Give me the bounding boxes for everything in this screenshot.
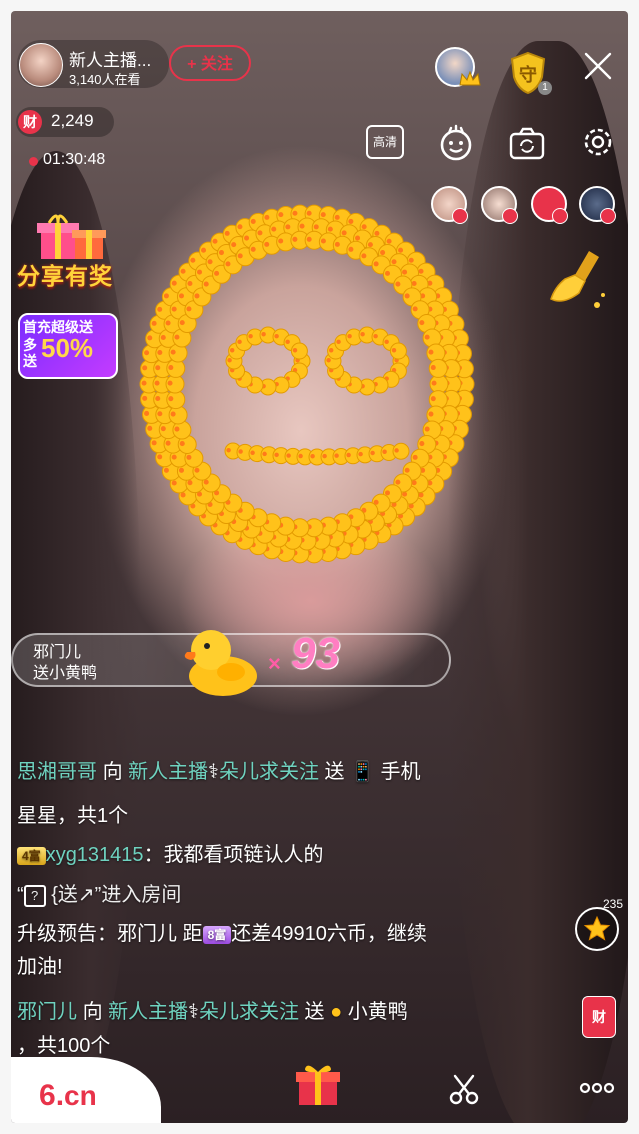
wealth-count: 2,249 bbox=[51, 111, 94, 130]
hd-quality-button[interactable]: 高清 bbox=[366, 125, 404, 159]
star-count: 235 bbox=[603, 897, 624, 911]
gift-combo-count: 93 bbox=[291, 629, 340, 678]
star-icon bbox=[583, 915, 611, 941]
close-icon[interactable] bbox=[583, 51, 613, 81]
chat-separator: ： bbox=[143, 844, 164, 866]
caduceus-icon: ⚕ bbox=[188, 1001, 199, 1023]
upgrade-notice-prefix: 升级预告：邪门儿 距 bbox=[17, 923, 203, 945]
chat-line: 星星，共1个 bbox=[17, 802, 128, 830]
logo-dot: . bbox=[55, 1079, 65, 1112]
anchor-name: 新人主播... bbox=[69, 51, 152, 70]
gift-box-icon[interactable] bbox=[293, 1059, 343, 1109]
wealth-badge: 财 bbox=[18, 110, 42, 134]
audience-badge-1 bbox=[452, 208, 468, 224]
chat-verb: 向 bbox=[82, 1001, 103, 1023]
chat-send-verb: 送 bbox=[324, 761, 345, 783]
phone-gift-icon: 📱 bbox=[350, 761, 375, 783]
chat-username[interactable]: xyg131415 bbox=[46, 844, 144, 866]
chat-target[interactable]: 新人主播 bbox=[128, 761, 208, 783]
chat-continuation: 星星，共1个 bbox=[17, 805, 129, 827]
audience-badge-4 bbox=[600, 208, 616, 224]
guard-count: 1 bbox=[538, 81, 552, 95]
site-logo[interactable]: 6.cn bbox=[39, 1079, 97, 1113]
chat-username[interactable]: 思湘哥哥 bbox=[17, 761, 97, 783]
gift-description: 送小黄鸭 bbox=[33, 665, 98, 682]
chat-enter-text: {送↗”进入房间 bbox=[51, 884, 182, 906]
audience-badge-2 bbox=[502, 208, 518, 224]
wealth-side-button[interactable]: 财 bbox=[582, 996, 616, 1038]
chat-line: 思湘哥哥 向 新人主播⚕朵儿求关注 送 📱 手机 bbox=[17, 758, 421, 786]
chat-line: 邪门儿 向 新人主播⚕朵儿求关注 送 ● 小黄鸭 bbox=[17, 998, 408, 1026]
chat-quote: “ bbox=[17, 884, 24, 906]
follow-button[interactable]: + 关注 bbox=[169, 45, 251, 81]
wealth-level-badge: 4富 bbox=[17, 846, 46, 865]
chat-send-verb: 送 bbox=[304, 1001, 325, 1023]
wealth-level-badge: 8富 bbox=[202, 925, 232, 944]
chat-target-suffix: 朵儿求关注 bbox=[198, 1001, 299, 1023]
more-options-icon[interactable] bbox=[579, 1081, 615, 1095]
chat-target[interactable]: 新人主播 bbox=[108, 1001, 188, 1023]
chat-line: “? {送↗”进入房间 bbox=[17, 881, 181, 909]
chat-line: ，共100个 bbox=[17, 1032, 110, 1060]
duck-smiley-animation bbox=[139, 204, 475, 564]
scissors-icon[interactable] bbox=[447, 1073, 481, 1107]
crown-icon bbox=[459, 71, 481, 86]
unknown-user-icon: ? bbox=[23, 884, 46, 907]
live-duration: 01:30:48 bbox=[43, 151, 106, 168]
chat-verb: 向 bbox=[102, 761, 123, 783]
settings-gear-icon[interactable] bbox=[579, 123, 617, 161]
share-reward-label[interactable]: 分享有奖 bbox=[17, 257, 113, 291]
first-recharge-percent: 50% bbox=[41, 333, 94, 363]
chat-gift-name: 小黄鸭 bbox=[347, 1001, 408, 1023]
chat-target-suffix: 朵儿求关注 bbox=[218, 761, 319, 783]
viewer-count: 3,140人在看 bbox=[69, 72, 141, 87]
live-stream-screen: 新人主播... 3,140人在看 + 关注 财 2,249 01:30:48 守… bbox=[11, 11, 628, 1123]
first-recharge-side: 多送 bbox=[23, 337, 37, 369]
logo-six: 6 bbox=[39, 1079, 56, 1112]
chat-continuation: 加油! bbox=[17, 956, 63, 978]
share-gift-box-icon[interactable] bbox=[27, 207, 117, 263]
chat-line: 加油! bbox=[17, 953, 63, 981]
guard-shield-label: 守 bbox=[519, 65, 537, 85]
live-indicator-dot bbox=[29, 157, 38, 166]
logo-cn: cn bbox=[64, 1080, 97, 1111]
duck-gift-icon: ● bbox=[330, 1001, 343, 1023]
gift-multiplier-sign: × bbox=[268, 651, 281, 676]
caduceus-icon: ⚕ bbox=[208, 761, 219, 783]
rubber-duck-icon bbox=[184, 630, 257, 696]
face-sticker-icon[interactable] bbox=[436, 123, 476, 163]
chat-line: 4富 xyg131415：我都看项链认人的 bbox=[17, 841, 324, 869]
switch-camera-icon[interactable] bbox=[508, 125, 546, 161]
upgrade-notice-suffix: 还差49910六币，继续 bbox=[231, 923, 427, 945]
chat-message: 我都看项链认人的 bbox=[163, 844, 324, 866]
audience-badge-3 bbox=[552, 208, 568, 224]
anchor-avatar[interactable] bbox=[19, 43, 63, 87]
broom-clear-icon[interactable] bbox=[545, 247, 609, 319]
chat-line: 升级预告：邪门儿 距 8富 还差49910六币，继续 bbox=[17, 920, 427, 948]
chat-continuation: ，共100个 bbox=[17, 1035, 111, 1057]
chat-username[interactable]: 邪门儿 bbox=[17, 1001, 77, 1023]
chat-gift-name: 手机 bbox=[380, 761, 421, 783]
